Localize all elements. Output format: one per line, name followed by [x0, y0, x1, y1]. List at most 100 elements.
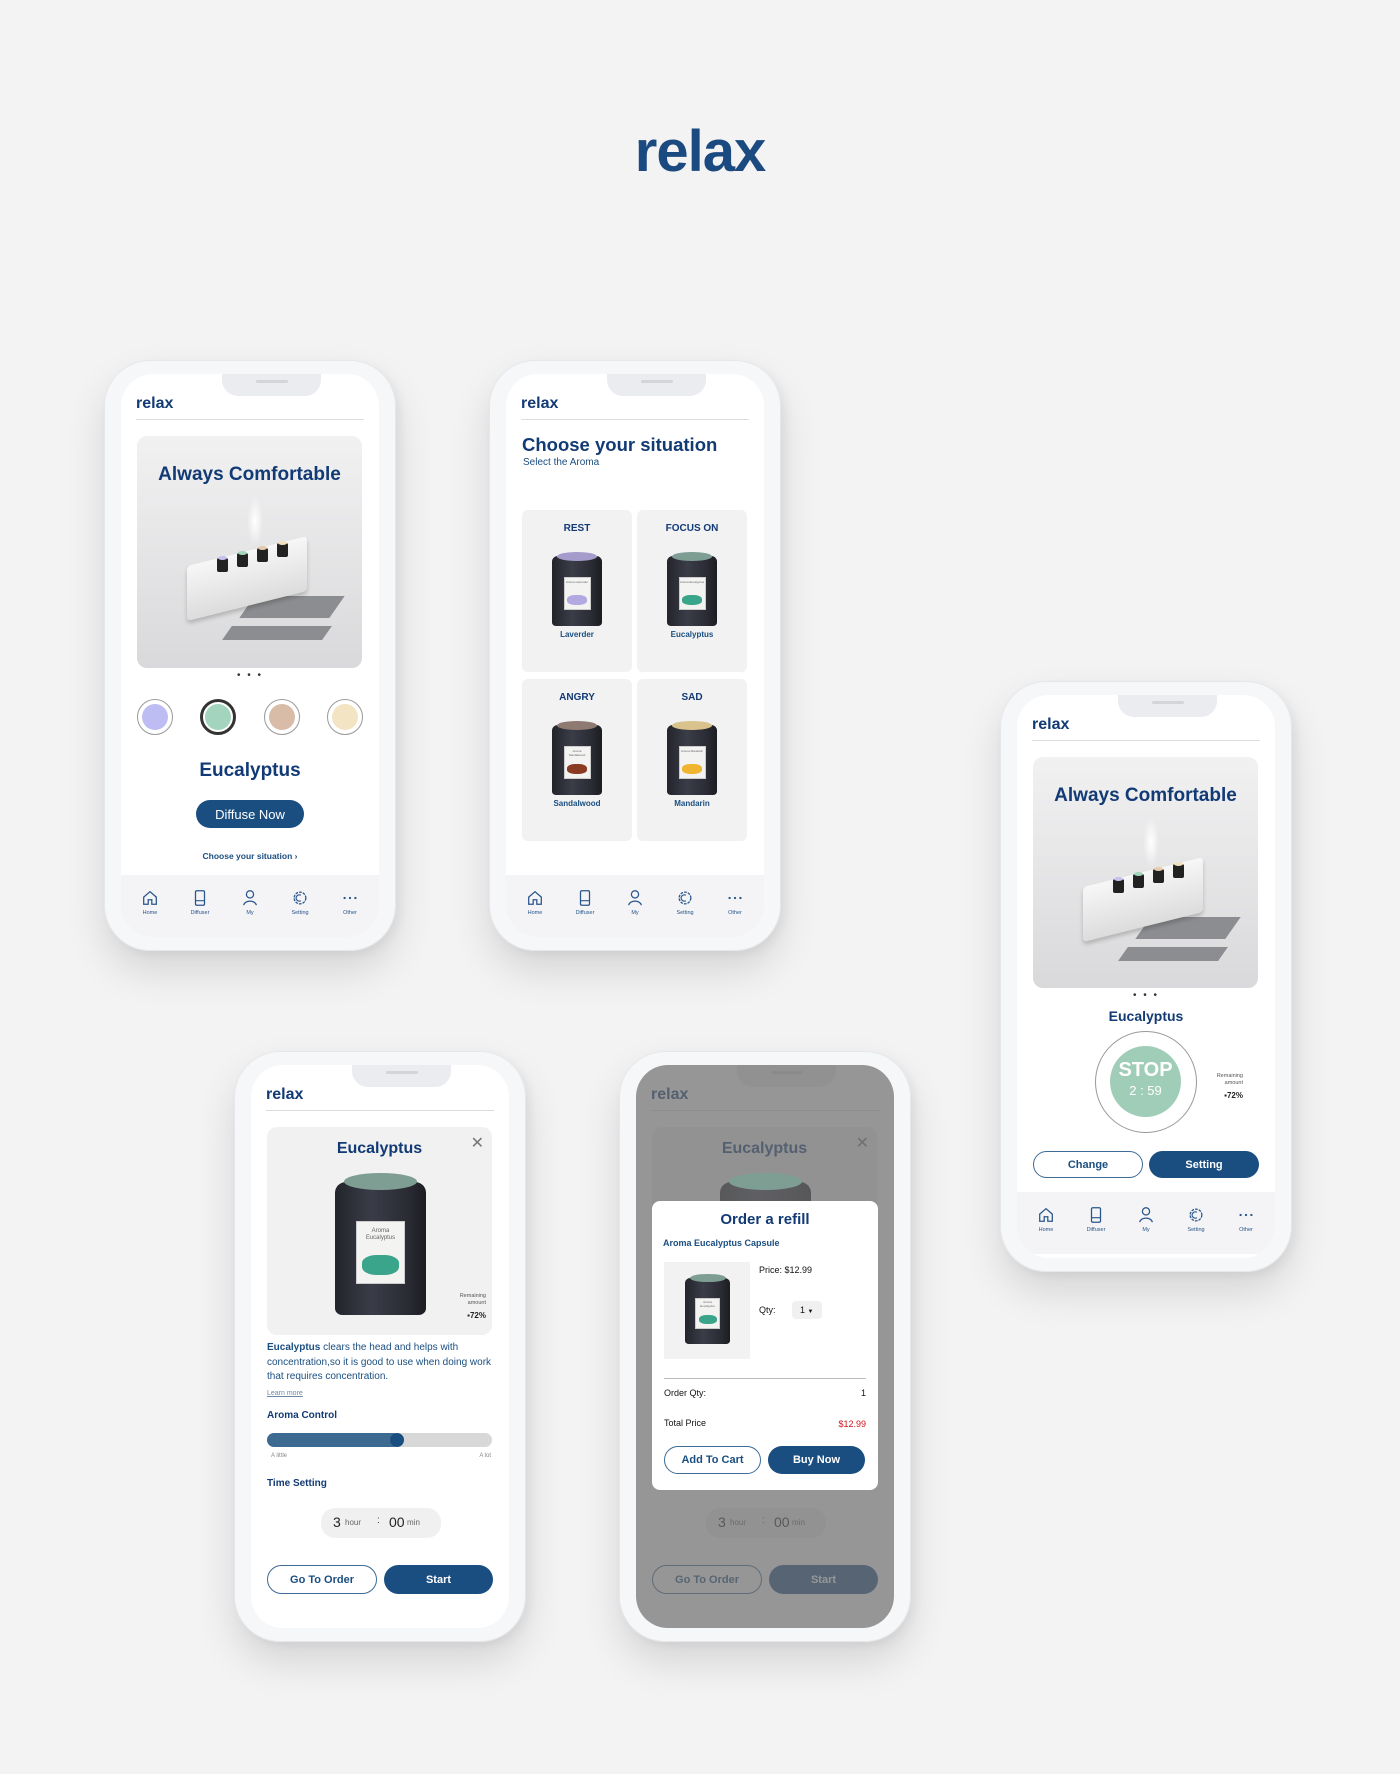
tab-label: Other [1239, 1227, 1253, 1233]
carousel-dots[interactable]: • • • [1017, 990, 1275, 1001]
situation-card-sad[interactable]: SAD Aroma Mandarin Mandarin [637, 679, 747, 841]
change-button[interactable]: Change [1033, 1151, 1143, 1178]
close-icon[interactable]: ✕ [471, 1133, 484, 1153]
tab-other[interactable]: Other [712, 875, 758, 937]
tab-label: Diffuser [575, 910, 595, 916]
tab-home[interactable]: Home [127, 875, 173, 937]
swatch-fill [205, 704, 231, 730]
diffuser-icon [579, 890, 591, 906]
tab-my[interactable]: My [1123, 1192, 1169, 1254]
app-logo: relax [266, 1086, 304, 1103]
setting-button[interactable]: Setting [1149, 1151, 1259, 1178]
notch [222, 374, 321, 396]
stop-ring: STOP 2 : 59 [1095, 1031, 1197, 1133]
banner-card[interactable]: Always Comfortable [1033, 757, 1258, 988]
diffuse-now-button[interactable]: Diffuse Now [196, 800, 304, 828]
remaining-value: ▪72% [467, 1310, 486, 1320]
stop-button[interactable]: STOP 2 : 59 [1110, 1046, 1181, 1117]
stop-label: STOP [1118, 1059, 1173, 1081]
remaining-amount: Remaining amount ▪72% [1207, 1073, 1243, 1102]
diffuser-icon [194, 890, 206, 906]
tab-setting[interactable]: Setting [662, 875, 708, 937]
choose-situation-link[interactable]: Choose your situation › [121, 851, 379, 861]
total-price-label: Total Price [664, 1418, 707, 1428]
qty-label: Qty: [759, 1305, 776, 1315]
remaining-value: ▪72% [1224, 1090, 1243, 1100]
time-picker[interactable]: 3 hour : 00 min [321, 1508, 441, 1538]
page-subtitle: Select the Aroma [523, 457, 600, 468]
swatch-mandarin[interactable] [327, 699, 363, 735]
tab-home[interactable]: Home [1023, 1192, 1069, 1254]
tab-label: Setting [1187, 1227, 1205, 1233]
situation-card-focus-on[interactable]: FOCUS ON Aroma Eucalyptus Eucalyptus [637, 510, 747, 672]
running-screen: relax Always Comfortable • • • Eucalyptu… [1017, 695, 1275, 1258]
slider-handle[interactable] [389, 1433, 404, 1447]
swatch-lavender[interactable] [137, 699, 173, 735]
tab-bar: Home Diffuser My Setting Other [121, 875, 379, 937]
brand-title: relax [634, 119, 766, 184]
tab-other[interactable]: Other [327, 875, 373, 937]
go-to-order-button[interactable]: Go To Order [267, 1565, 377, 1594]
tab-setting[interactable]: Setting [277, 875, 323, 937]
order-qty-value: 1 [860, 1388, 866, 1398]
situation-screen: relax Choose your situation Select the A… [506, 374, 764, 937]
home-icon [1039, 1207, 1053, 1222]
minute-value[interactable]: 00 [389, 1514, 405, 1530]
mood-label: ANGRY [559, 692, 595, 703]
minute-unit: min [407, 1518, 420, 1527]
phone-home: relax Always Comfortable • • • Eucalyptu… [104, 360, 396, 951]
tab-label: Home [527, 910, 543, 916]
banner-title: Always Comfortable [1054, 785, 1237, 806]
more-icon [343, 896, 357, 900]
diffuser-image [157, 496, 347, 656]
hour-value[interactable]: 3 [333, 1514, 341, 1530]
start-button[interactable]: Start [384, 1565, 493, 1594]
divider [1032, 740, 1260, 741]
tab-setting[interactable]: Setting [1173, 1192, 1219, 1254]
hour-unit: hour [345, 1518, 362, 1527]
tab-label: Home [142, 910, 158, 916]
swatch-sandalwood[interactable] [264, 699, 300, 735]
user-icon [628, 890, 642, 906]
chevron-down-icon: ▼ [807, 1309, 814, 1315]
tab-diffuser[interactable]: Diffuser [1073, 1192, 1119, 1254]
page-title: Choose your situation [522, 434, 718, 455]
app-logo: relax [1032, 716, 1070, 733]
product-image: Aroma Eucalyptus [664, 1262, 750, 1359]
add-to-cart-button[interactable]: Add To Cart [664, 1446, 761, 1474]
situation-card-angry[interactable]: ANGRY Aroma Sandalwood Sandalwood [522, 679, 632, 841]
qty-select[interactable]: 1 ▼ [792, 1301, 822, 1319]
aroma-slider[interactable] [267, 1433, 492, 1447]
situation-card-rest[interactable]: REST Aroma Lavender Laverder [522, 510, 632, 672]
tab-my[interactable]: My [227, 875, 273, 937]
modal-divider [664, 1378, 866, 1379]
mood-label: SAD [681, 692, 703, 703]
timer: 2 : 59 [1129, 1083, 1162, 1098]
tab-label: Diffuser [1086, 1227, 1106, 1233]
swatch-fill [142, 704, 168, 730]
banner-card[interactable]: Always Comfortable [137, 436, 362, 668]
home-screen: relax Always Comfortable • • • Eucalyptu… [121, 374, 379, 937]
banner-title: Always Comfortable [158, 464, 341, 485]
phone-running: relax Always Comfortable • • • Eucalyptu… [1000, 681, 1292, 1272]
carousel-dots[interactable]: • • • [121, 670, 379, 681]
tab-diffuser[interactable]: Diffuser [562, 875, 608, 937]
detail-screen: relax Eucalyptus ✕ Aroma Eucalyptus Rema… [251, 1065, 509, 1628]
tab-label: Setting [676, 910, 694, 916]
tab-label: Diffuser [190, 910, 210, 916]
order-qty-label: Order Qty: [664, 1388, 707, 1398]
tab-other[interactable]: Other [1223, 1192, 1269, 1254]
aroma-name: Eucalyptus [199, 760, 301, 781]
swatch-eucalyptus[interactable] [200, 699, 236, 735]
tab-home[interactable]: Home [512, 875, 558, 937]
phone-order: relax Eucalyptus ✕ 3 hour : 00 min Go To… [619, 1051, 911, 1642]
tab-diffuser[interactable]: Diffuser [177, 875, 223, 937]
tab-my[interactable]: My [612, 875, 658, 937]
modal-title: Order a refill [720, 1211, 810, 1228]
swatch-fill [332, 704, 358, 730]
buy-now-button[interactable]: Buy Now [768, 1446, 865, 1474]
tab-label: Setting [291, 910, 309, 916]
learn-more-link[interactable]: Learn more [267, 1390, 303, 1397]
app-logo: relax [136, 395, 174, 412]
more-icon [1239, 1213, 1253, 1217]
